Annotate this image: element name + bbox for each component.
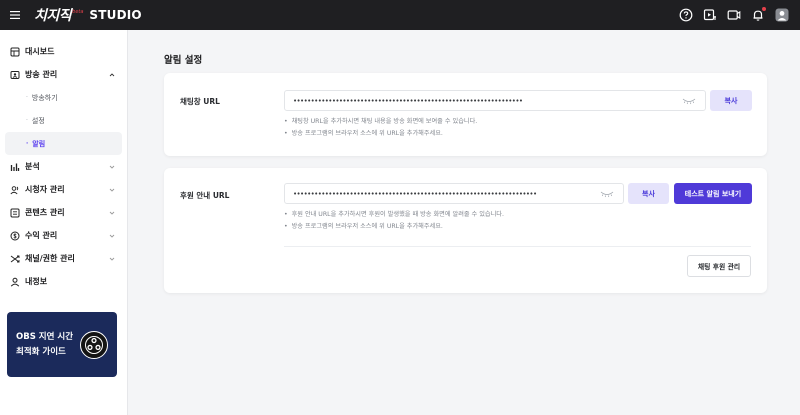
hide-password-icon[interactable] [600, 189, 614, 199]
sidebar-item-label: 내정보 [25, 277, 48, 286]
hamburger-icon [10, 11, 20, 19]
sidebar-item-broadcast[interactable]: 방송 관리 [0, 63, 127, 86]
sidebar-item-analytics[interactable]: 분석 [0, 155, 127, 178]
revenue-icon [10, 231, 20, 241]
dashboard-icon [10, 47, 20, 57]
channel-permission-icon [10, 254, 20, 264]
sidebar-subitem-go-live[interactable]: · 방송하기 [0, 86, 127, 109]
obs-banner-text: OBS 지연 시간 최적화 가이드 [16, 332, 74, 357]
sidebar-item-label: 시청자 관리 [25, 185, 65, 194]
donation-help-text: • 후원 안내 URL을 추가하시면 후원이 발생했을 때 방송 화면에 알려줄… [284, 211, 504, 230]
sidebar-subitem-settings[interactable]: · 설정 [0, 109, 127, 132]
chevron-down-icon [109, 187, 115, 193]
profile-button[interactable] [774, 7, 790, 23]
user-avatar-icon [775, 8, 789, 22]
chevron-down-icon [109, 210, 115, 216]
sidebar-item-label: 대시보드 [25, 47, 55, 56]
donation-url-value: ••••••••••••••••••••••••••••••••••••••••… [293, 189, 537, 198]
obs-logo-icon [80, 331, 108, 359]
chat-copy-button[interactable]: 복사 [710, 90, 752, 111]
menu-button[interactable] [0, 0, 30, 30]
sidebar-item-label: 수익 관리 [25, 231, 58, 240]
hide-password-icon[interactable] [682, 96, 696, 106]
top-bar: 치지직 beta STUDIO [0, 0, 800, 30]
sidebar-item-label: 분석 [25, 162, 40, 171]
sidebar-subitem-label: 알림 [32, 139, 46, 148]
chat-url-field[interactable]: ••••••••••••••••••••••••••••••••••••••••… [284, 90, 706, 111]
donation-url-label: 후원 안내 URL [180, 191, 230, 200]
sidebar-item-dashboard[interactable]: 대시보드 [0, 40, 127, 63]
sidebar-subitem-alerts[interactable]: · 알림 [5, 132, 122, 155]
studio-label: STUDIO [89, 8, 142, 22]
logo-wordmark: 치지직 [34, 8, 72, 24]
obs-guide-banner[interactable]: OBS 지연 시간 최적화 가이드 [7, 312, 117, 377]
help-icon [679, 8, 693, 22]
viewers-icon [10, 185, 20, 195]
notification-button[interactable] [750, 7, 766, 23]
chat-url-value: ••••••••••••••••••••••••••••••••••••••••… [293, 96, 523, 105]
help-button[interactable] [678, 7, 694, 23]
content-icon [10, 208, 20, 218]
sidebar-item-label: 방송 관리 [25, 70, 58, 79]
upload-video-icon [703, 9, 716, 21]
beta-badge: beta [72, 9, 84, 15]
sidebar-item-revenue[interactable]: 수익 관리 [0, 224, 127, 247]
upload-button[interactable] [702, 7, 718, 23]
chevron-up-icon [109, 72, 115, 78]
chevron-down-icon [109, 164, 115, 170]
app-logo[interactable]: 치지직 beta STUDIO [34, 5, 142, 25]
sidebar-item-content[interactable]: 콘텐츠 관리 [0, 201, 127, 224]
card-divider [284, 246, 751, 247]
chat-url-card: 채팅창 URL ••••••••••••••••••••••••••••••••… [164, 73, 767, 156]
chevron-down-icon [109, 233, 115, 239]
notification-dot [762, 7, 766, 11]
profile-icon [10, 277, 20, 287]
camera-icon [727, 10, 741, 20]
sidebar-item-channel-permissions[interactable]: 채널/권한 관리 [0, 247, 127, 270]
sidebar-item-label: 콘텐츠 관리 [25, 208, 65, 217]
chat-help-text: • 채팅창 URL을 추가하시면 채팅 내용을 방송 화면에 보여줄 수 있습니… [284, 118, 478, 137]
sidebar-item-viewers[interactable]: 시청자 관리 [0, 178, 127, 201]
live-button[interactable] [726, 7, 742, 23]
page-title: 알림 설정 [164, 55, 203, 66]
sidebar-subitem-label: 방송하기 [31, 93, 58, 102]
sidebar-item-profile[interactable]: 내정보 [0, 270, 127, 293]
send-test-alert-button[interactable]: 테스트 알림 보내기 [674, 183, 752, 204]
donation-copy-button[interactable]: 복사 [628, 183, 669, 204]
chevron-down-icon [109, 256, 115, 262]
sidebar-item-label: 채널/권한 관리 [25, 254, 75, 263]
sidebar: 대시보드 방송 관리 · 방송하기 · 설정 · 알림 분석 시청자 관리 콘텐… [0, 30, 128, 415]
broadcast-icon [10, 70, 20, 80]
sidebar-subitem-label: 설정 [31, 116, 45, 125]
chat-donation-manage-button[interactable]: 채팅 후원 관리 [687, 255, 751, 277]
analytics-icon [10, 162, 20, 172]
chat-url-label: 채팅창 URL [180, 97, 220, 106]
donation-url-field[interactable]: ••••••••••••••••••••••••••••••••••••••••… [284, 183, 624, 204]
donation-url-card: 후원 안내 URL ••••••••••••••••••••••••••••••… [164, 168, 767, 293]
